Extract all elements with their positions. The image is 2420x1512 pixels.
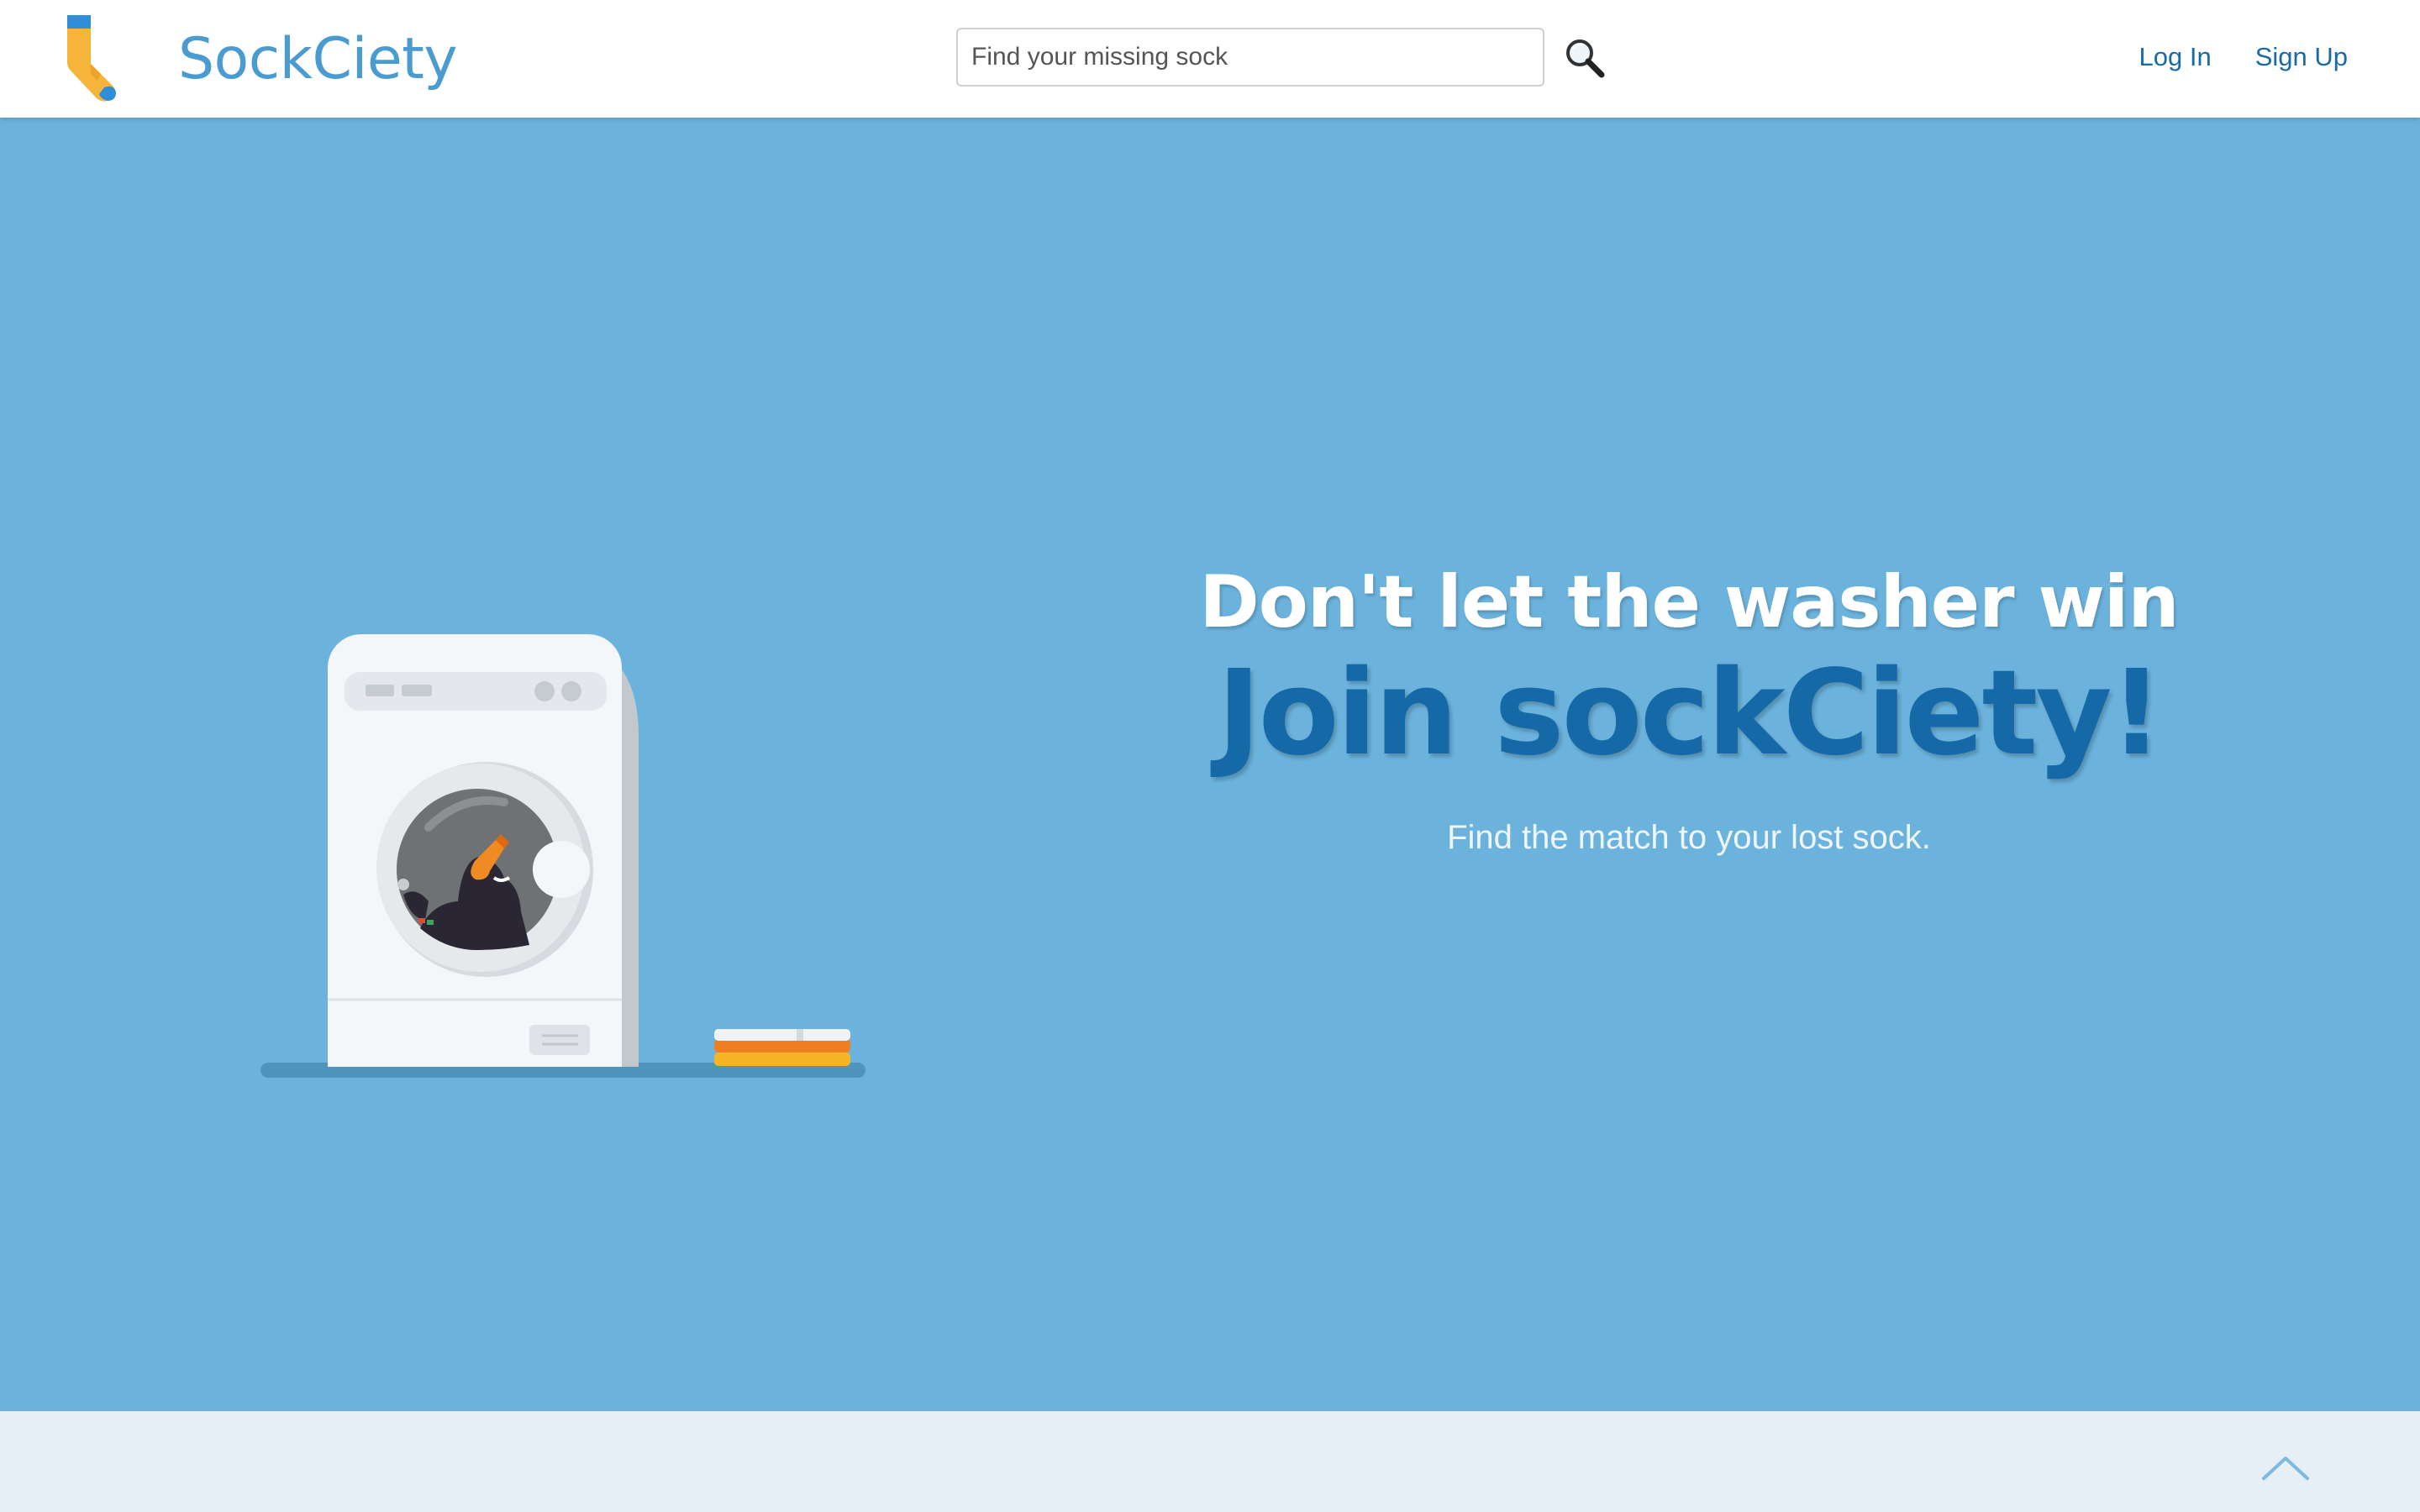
magnifier-icon xyxy=(1566,39,1605,78)
hero-text: Don't let the washer win Join sockCiety!… xyxy=(1185,563,2193,857)
hero-subtext: Find the match to your lost sock. xyxy=(1447,818,1931,856)
hero-section: Don't let the washer win Join sockCiety!… xyxy=(0,118,2420,1411)
search-input[interactable] xyxy=(956,28,1544,87)
hero-tagline: Don't let the washer win xyxy=(1199,560,2179,644)
chevron-up-icon xyxy=(2262,1457,2309,1480)
auth-nav: Log In Sign Up xyxy=(2139,42,2349,72)
back-to-top-button[interactable] xyxy=(2260,1452,2311,1485)
signup-link[interactable]: Sign Up xyxy=(2255,42,2348,72)
brand-home-link[interactable]: SockCiety xyxy=(60,13,458,106)
hero-headline: Join sockCiety! xyxy=(1217,644,2164,782)
search-form xyxy=(956,28,1605,87)
footer-strip xyxy=(0,1411,2420,1512)
sock-icon xyxy=(67,15,116,102)
login-link[interactable]: Log In xyxy=(2139,42,2212,72)
search-button[interactable] xyxy=(1561,34,1608,81)
brand-name: SockCiety xyxy=(178,26,458,92)
washing-machine-illustration xyxy=(252,508,891,1113)
navbar: SockCiety Log In Sign Up xyxy=(0,0,2420,118)
